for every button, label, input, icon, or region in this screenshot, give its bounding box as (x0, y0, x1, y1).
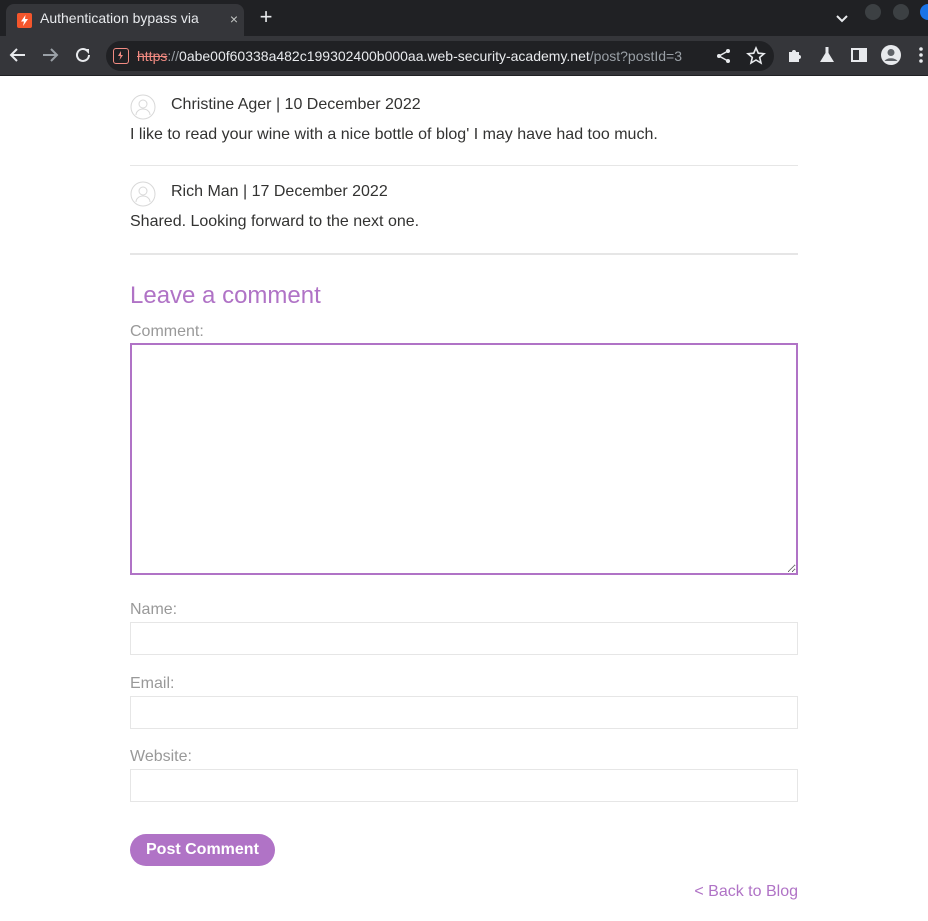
comment-author: Rich Man | 17 December 2022 (171, 183, 388, 200)
flask-icon[interactable] (816, 44, 838, 66)
url-host: 0abe00f60338a482c199302400b000aa.web-sec… (179, 48, 590, 64)
post-comment-button[interactable]: Post Comment (130, 834, 275, 866)
user-avatar-icon (130, 181, 156, 207)
website-label: Website: (130, 748, 192, 765)
comment-author: Christine Ager | 10 December 2022 (171, 96, 421, 113)
kebab-menu-icon[interactable] (912, 44, 926, 66)
user-avatar-icon (130, 94, 156, 120)
comment-header: Rich Man | 17 December 2022 (130, 181, 798, 209)
share-icon[interactable] (713, 45, 735, 67)
comment-item: Rich Man | 17 December 2022 Shared. Look… (130, 181, 798, 231)
comment-divider (130, 165, 798, 166)
account-icon[interactable] (880, 44, 902, 66)
leave-comment-heading: Leave a comment (130, 282, 321, 309)
email-label: Email: (130, 675, 175, 692)
page-viewport: Christine Ager | 10 December 2022 I like… (0, 77, 928, 921)
tab-title: Authentication bypass via (40, 10, 218, 26)
window-minimize-button[interactable] (865, 4, 881, 20)
url-scheme: https (137, 48, 168, 64)
browser-tab-active[interactable]: Authentication bypass via × (6, 4, 244, 36)
window-close-button[interactable] (920, 4, 928, 20)
arrow-left-icon[interactable] (7, 44, 29, 66)
url-text[interactable]: https://0abe00f60338a482c199302400b000aa… (137, 48, 697, 64)
back-to-blog-link[interactable]: < Back to Blog (694, 883, 798, 901)
comment-textarea[interactable] (130, 343, 798, 575)
name-label: Name: (130, 601, 178, 618)
comments-section-divider (130, 253, 798, 255)
not-secure-icon[interactable] (113, 48, 129, 64)
arrow-right-icon[interactable] (39, 44, 61, 66)
side-panel-icon[interactable] (848, 44, 870, 66)
url-path: /post?postId=3 (589, 48, 683, 64)
email-input[interactable] (130, 696, 798, 729)
name-input[interactable] (130, 622, 798, 655)
puzzle-icon[interactable] (784, 44, 806, 66)
reload-icon[interactable] (72, 44, 94, 66)
window-maximize-button[interactable] (893, 4, 909, 20)
burp-lightning-icon (17, 13, 32, 28)
tab-close-icon[interactable]: × (225, 10, 243, 28)
comment-text: Shared. Looking forward to the next one. (130, 213, 420, 230)
browser-tab-strip: Authentication bypass via × + (0, 0, 928, 36)
browser-toolbar: https://0abe00f60338a482c199302400b000aa… (0, 36, 928, 76)
comment-text: I like to read your wine with a nice bot… (130, 126, 658, 143)
new-tab-button[interactable]: + (255, 6, 277, 28)
comment-item: Christine Ager | 10 December 2022 I like… (130, 94, 798, 144)
address-bar[interactable]: https://0abe00f60338a482c199302400b000aa… (106, 41, 774, 71)
chevron-down-icon[interactable] (833, 9, 851, 27)
url-separator: :// (167, 48, 180, 64)
website-input[interactable] (130, 769, 798, 802)
comment-label: Comment: (130, 323, 204, 340)
star-icon[interactable] (745, 45, 767, 67)
comment-header: Christine Ager | 10 December 2022 (130, 94, 798, 122)
